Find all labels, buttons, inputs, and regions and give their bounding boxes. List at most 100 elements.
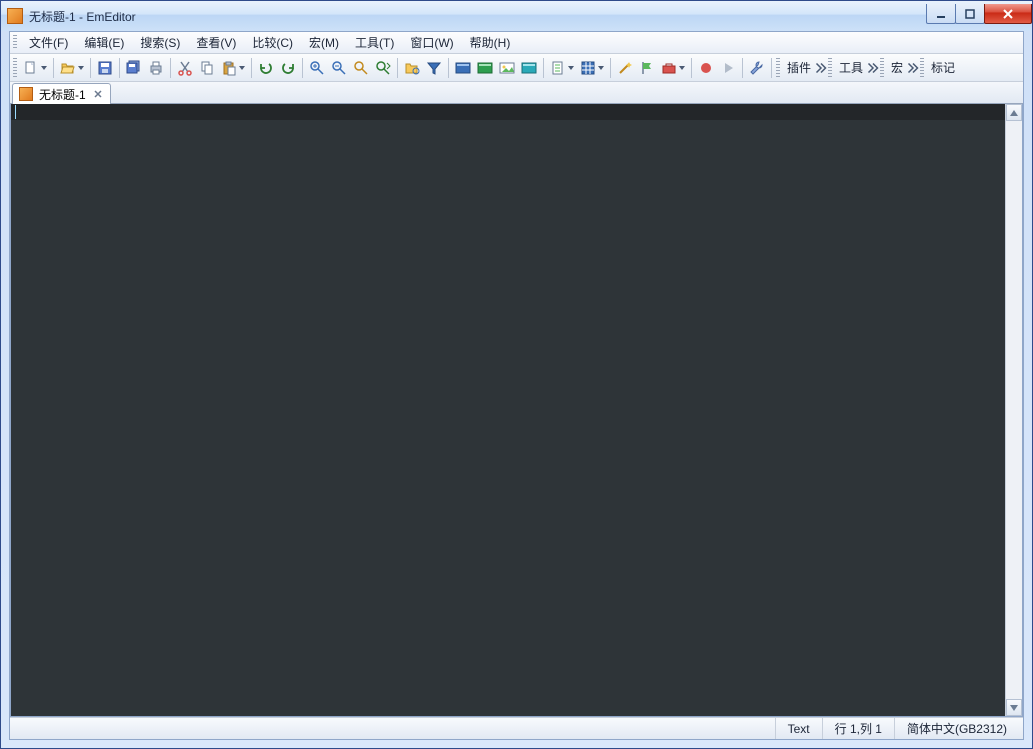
client-area: 文件(F) 编辑(E) 搜索(S) 查看(V) 比较(C) 宏(M) 工具(T)… bbox=[9, 31, 1024, 740]
scroll-down-button[interactable] bbox=[1006, 699, 1022, 716]
status-position[interactable]: 行 1,列 1 bbox=[822, 718, 894, 739]
panel-1-button[interactable] bbox=[452, 57, 474, 79]
scrollbar-track[interactable] bbox=[1006, 121, 1022, 699]
vertical-scrollbar[interactable] bbox=[1005, 104, 1022, 716]
toolbox-icon bbox=[661, 60, 677, 76]
menu-window[interactable]: 窗口(W) bbox=[402, 32, 461, 53]
save-button[interactable] bbox=[94, 57, 116, 79]
menu-help[interactable]: 帮助(H) bbox=[462, 32, 519, 53]
zoom-in-icon bbox=[309, 60, 325, 76]
text-editor[interactable] bbox=[11, 104, 1005, 716]
toolbar-separator bbox=[771, 58, 772, 78]
panel-4-button[interactable] bbox=[518, 57, 540, 79]
toolbar-label-marks[interactable]: 标记 bbox=[927, 59, 959, 76]
cut-button[interactable] bbox=[174, 57, 196, 79]
toolbar-separator bbox=[610, 58, 611, 78]
menubar-grip[interactable] bbox=[13, 35, 17, 50]
explorer-button[interactable] bbox=[401, 57, 423, 79]
open-button[interactable] bbox=[57, 57, 87, 79]
toolbar-grip[interactable] bbox=[880, 58, 884, 78]
status-mode[interactable]: Text bbox=[775, 718, 822, 739]
find-button[interactable] bbox=[350, 57, 372, 79]
zoom-in-button[interactable] bbox=[306, 57, 328, 79]
document-button[interactable] bbox=[547, 57, 577, 79]
wrench-button[interactable] bbox=[746, 57, 768, 79]
dropdown-icon[interactable] bbox=[237, 57, 247, 79]
play-button[interactable] bbox=[717, 57, 739, 79]
toolbar-separator bbox=[448, 58, 449, 78]
toolbar-separator bbox=[691, 58, 692, 78]
toolbar-separator bbox=[742, 58, 743, 78]
copy-icon bbox=[199, 60, 215, 76]
toolbar-separator bbox=[543, 58, 544, 78]
toolbar-separator bbox=[53, 58, 54, 78]
titlebar: 无标题-1 - EmEditor bbox=[1, 1, 1032, 31]
new-file-button[interactable] bbox=[20, 57, 50, 79]
menu-macro[interactable]: 宏(M) bbox=[301, 32, 347, 53]
dropdown-icon[interactable] bbox=[39, 57, 49, 79]
record-icon bbox=[698, 60, 714, 76]
panel-3-button[interactable] bbox=[496, 57, 518, 79]
tab-close-button[interactable] bbox=[92, 88, 104, 100]
save-all-button[interactable] bbox=[123, 57, 145, 79]
wand-button[interactable] bbox=[614, 57, 636, 79]
maximize-button[interactable] bbox=[955, 4, 985, 24]
wand-icon bbox=[617, 60, 633, 76]
paste-button[interactable] bbox=[218, 57, 248, 79]
document-tab-icon bbox=[19, 87, 33, 101]
toolbar-grip[interactable] bbox=[828, 58, 832, 78]
chevrons-icon[interactable] bbox=[867, 57, 879, 79]
close-button[interactable] bbox=[984, 4, 1032, 24]
record-button[interactable] bbox=[695, 57, 717, 79]
dropdown-icon[interactable] bbox=[677, 57, 687, 79]
chevron-up-icon bbox=[1010, 110, 1018, 116]
print-button[interactable] bbox=[145, 57, 167, 79]
menu-edit[interactable]: 编辑(E) bbox=[76, 32, 132, 53]
find-next-icon bbox=[375, 60, 391, 76]
document-tab[interactable]: 无标题-1 bbox=[12, 83, 111, 104]
document-icon bbox=[550, 60, 566, 76]
toolbar-grip[interactable] bbox=[13, 58, 17, 78]
toolbar-grip[interactable] bbox=[776, 58, 780, 78]
menu-view[interactable]: 查看(V) bbox=[188, 32, 244, 53]
window-title: 无标题-1 - EmEditor bbox=[29, 8, 136, 25]
toolbar-grip[interactable] bbox=[920, 58, 924, 78]
filter-button[interactable] bbox=[423, 57, 445, 79]
current-line-highlight bbox=[11, 104, 1005, 120]
zoom-out-button[interactable] bbox=[328, 57, 350, 79]
copy-button[interactable] bbox=[196, 57, 218, 79]
toolbar-label-plugins[interactable]: 插件 bbox=[783, 59, 815, 76]
play-icon bbox=[720, 60, 736, 76]
status-encoding[interactable]: 简体中文(GB2312) bbox=[894, 718, 1019, 739]
toolbar-separator bbox=[90, 58, 91, 78]
grid-icon bbox=[580, 60, 596, 76]
dropdown-icon[interactable] bbox=[596, 57, 606, 79]
menu-tools[interactable]: 工具(T) bbox=[347, 32, 402, 53]
chevrons-icon[interactable] bbox=[907, 57, 919, 79]
toolbar-label-tools[interactable]: 工具 bbox=[835, 59, 867, 76]
dropdown-icon[interactable] bbox=[566, 57, 576, 79]
undo-icon bbox=[258, 60, 274, 76]
undo-button[interactable] bbox=[255, 57, 277, 79]
save-icon bbox=[97, 60, 113, 76]
find-next-button[interactable] bbox=[372, 57, 394, 79]
toolbar-label-macro[interactable]: 宏 bbox=[887, 59, 907, 76]
redo-button[interactable] bbox=[277, 57, 299, 79]
chevron-down-icon bbox=[1010, 705, 1018, 711]
menu-search[interactable]: 搜索(S) bbox=[132, 32, 188, 53]
window-controls bbox=[926, 4, 1032, 24]
toolbar-separator bbox=[397, 58, 398, 78]
minimize-button[interactable] bbox=[926, 4, 956, 24]
open-folder-icon bbox=[60, 60, 76, 76]
menu-compare[interactable]: 比较(C) bbox=[244, 32, 301, 53]
chevrons-icon[interactable] bbox=[815, 57, 827, 79]
toolbox-button[interactable] bbox=[658, 57, 688, 79]
grid-button[interactable] bbox=[577, 57, 607, 79]
document-tab-label: 无标题-1 bbox=[39, 86, 86, 103]
dropdown-icon[interactable] bbox=[76, 57, 86, 79]
panel-2-button[interactable] bbox=[474, 57, 496, 79]
scroll-up-button[interactable] bbox=[1006, 104, 1022, 121]
toolbar-separator bbox=[302, 58, 303, 78]
menu-file[interactable]: 文件(F) bbox=[21, 32, 76, 53]
flag-button[interactable] bbox=[636, 57, 658, 79]
